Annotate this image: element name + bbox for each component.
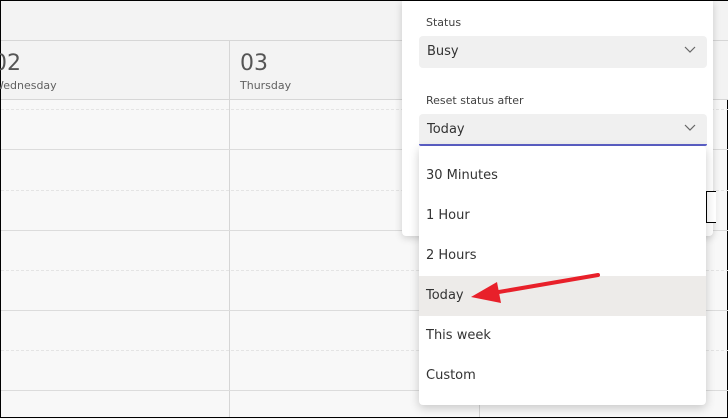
status-value: Busy: [427, 44, 459, 59]
reset-label: Reset status after: [426, 94, 524, 107]
reset-options-list: 30 Minutes 1 Hour 2 Hours Today This wee…: [419, 146, 706, 405]
day-thursday[interactable]: 03 Thursday: [240, 51, 291, 92]
day-name: Thursday: [240, 79, 292, 92]
option-custom[interactable]: Custom: [419, 356, 706, 396]
background-button: [706, 191, 716, 223]
reset-value: Today: [427, 122, 465, 137]
option-this-week[interactable]: This week: [419, 316, 706, 356]
column-divider: [229, 41, 230, 417]
option-2-hours[interactable]: 2 Hours: [419, 236, 706, 276]
status-label: Status: [426, 16, 462, 29]
option-30-minutes[interactable]: 30 Minutes: [419, 156, 706, 196]
day-number: 03: [240, 51, 268, 76]
option-1-hour[interactable]: 1 Hour: [419, 196, 706, 236]
option-today[interactable]: Today: [419, 276, 706, 316]
day-number: 02: [0, 51, 21, 76]
chevron-down-icon: [684, 46, 696, 53]
day-wednesday[interactable]: 02 Wednesday: [0, 51, 57, 92]
status-select[interactable]: Busy: [419, 36, 707, 68]
day-name: Wednesday: [0, 79, 57, 92]
chevron-down-icon: [684, 124, 696, 131]
reset-select[interactable]: Today: [419, 114, 707, 146]
